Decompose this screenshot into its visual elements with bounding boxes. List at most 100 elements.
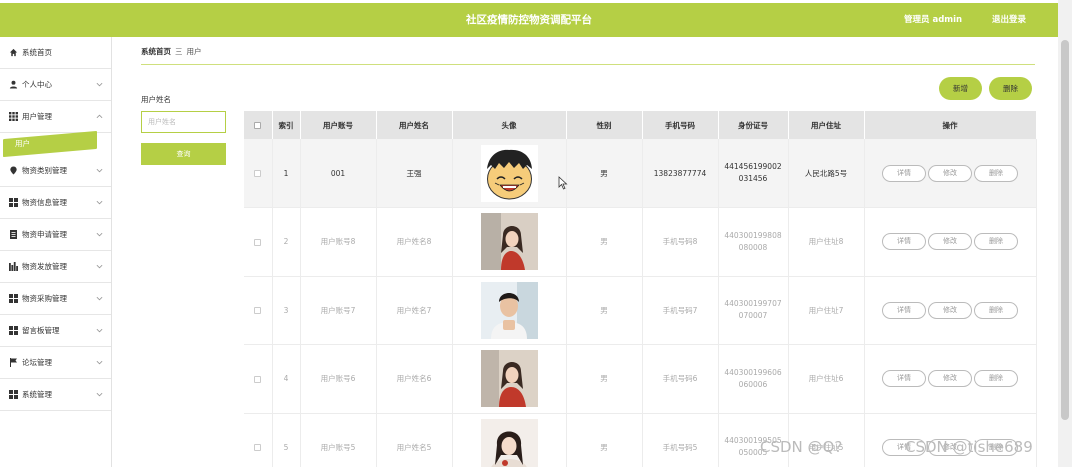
row-checkbox[interactable]	[254, 307, 262, 315]
cell-account: 用户账号8	[300, 207, 377, 277]
cell-phone: 手机号码7	[642, 276, 719, 345]
grid-icon	[8, 112, 18, 122]
cell-index: 2	[272, 207, 301, 277]
photo-avatar-icon	[480, 281, 538, 339]
breadcrumb-current: 用户	[186, 47, 202, 56]
edit-button[interactable]: 修改	[928, 164, 972, 182]
cell-phone: 13823877774	[642, 139, 719, 208]
sidebar-item-label: 物资采购管理	[22, 294, 67, 303]
document-icon	[8, 230, 18, 240]
detail-button[interactable]: 详情	[882, 164, 926, 182]
sidebar-item-category-management[interactable]: 物资类别管理	[0, 155, 111, 187]
row-delete-button[interactable]: 删除	[974, 438, 1018, 456]
cell-actions: 详情 修改 删除	[864, 276, 1037, 345]
table-row: 5 用户账号5 用户姓名5 男 手机号码5 440300199505050005…	[244, 413, 1037, 467]
cell-idcard: 440300199505050005	[718, 413, 789, 467]
cell-avatar	[452, 207, 567, 277]
cell-phone: 手机号码6	[642, 344, 719, 414]
sidebar-item-profile[interactable]: 个人中心	[0, 69, 111, 101]
cell-gender: 男	[566, 413, 643, 467]
cell-index: 4	[272, 344, 301, 414]
logout-link[interactable]: 退出登录	[992, 3, 1026, 37]
chevron-down-icon	[95, 358, 103, 366]
sidebar-item-user-management[interactable]: 用户管理	[0, 101, 111, 133]
sidebar-item-home[interactable]: 系统首页	[0, 37, 111, 69]
cell-account: 001	[300, 139, 377, 208]
edit-button[interactable]: 修改	[928, 301, 972, 319]
cell-actions: 详情 修改 删除	[864, 413, 1037, 467]
delete-button[interactable]: 删除	[989, 77, 1032, 100]
sidebar-item-supply-request-management[interactable]: 物资申请管理	[0, 219, 111, 251]
sidebar-subitem-label: 用户	[15, 139, 30, 148]
scrollbar-thumb[interactable]	[1061, 40, 1069, 420]
detail-button[interactable]: 详情	[882, 301, 926, 319]
cartoon-avatar-icon	[480, 144, 538, 202]
cell-phone: 手机号码8	[642, 207, 719, 277]
cell-actions: 详情 修改 删除	[864, 139, 1037, 208]
sidebar-item-purchase-management[interactable]: 物资采购管理	[0, 283, 111, 315]
cell-account: 用户账号7	[300, 276, 377, 345]
detail-button[interactable]: 详情	[882, 370, 926, 388]
sidebar-item-label: 物资信息管理	[22, 198, 67, 207]
sidebar-item-system-management[interactable]: 系统管理	[0, 379, 111, 411]
search-button[interactable]: 查询	[141, 143, 226, 165]
table-row: 2 用户账号8 用户姓名8 男 手机号码8 440300199808080008…	[244, 207, 1037, 277]
apps-icon	[8, 198, 18, 208]
column-header: 用户住址	[788, 111, 865, 139]
cell-actions: 详情 修改 删除	[864, 207, 1037, 277]
chevron-down-icon	[95, 294, 103, 302]
sidebar-item-label: 用户管理	[22, 112, 52, 121]
column-header: 索引	[272, 111, 301, 139]
select-all-checkbox[interactable]	[254, 122, 262, 129]
breadcrumb-divider	[141, 64, 1035, 65]
chevron-up-icon	[95, 112, 103, 120]
add-button[interactable]: 新增	[939, 77, 982, 100]
cell-idcard: 441456199002031456	[718, 139, 789, 208]
row-delete-button[interactable]: 删除	[974, 164, 1018, 182]
column-header: 性别	[566, 111, 643, 139]
cell-address: 用户住址6	[788, 344, 865, 414]
search-input[interactable]	[141, 111, 226, 133]
apps-icon	[8, 294, 18, 304]
pin-icon	[8, 166, 18, 176]
sidebar-item-supply-info-management[interactable]: 物资信息管理	[0, 187, 111, 219]
breadcrumb-home[interactable]: 系统首页	[141, 47, 171, 56]
row-delete-button[interactable]: 删除	[974, 233, 1018, 251]
chevron-down-icon	[95, 80, 103, 88]
chevron-down-icon	[95, 198, 103, 206]
cell-address: 用户住址7	[788, 276, 865, 345]
app-title: 社区疫情防控物资调配平台	[466, 14, 592, 26]
detail-button[interactable]: 详情	[882, 233, 926, 251]
edit-button[interactable]: 修改	[928, 438, 972, 456]
breadcrumb: 系统首页三用户	[141, 46, 202, 57]
sidebar-item-message-board-management[interactable]: 留言板管理	[0, 315, 111, 347]
sidebar: 系统首页 个人中心 用户管理 用户 物资类别管理 物资信息管理 物资申请管理 物…	[0, 37, 112, 467]
cell-avatar	[452, 139, 567, 208]
users-table: 索引 用户账号 用户姓名 头像 性别 手机号码 身份证号 用户住址 操作 1 0…	[244, 111, 1037, 467]
table-header-row: 索引 用户账号 用户姓名 头像 性别 手机号码 身份证号 用户住址 操作	[244, 111, 1037, 139]
sidebar-item-label: 物资发放管理	[22, 262, 67, 271]
row-checkbox[interactable]	[254, 375, 262, 383]
detail-button[interactable]: 详情	[882, 438, 926, 456]
row-checkbox[interactable]	[254, 238, 262, 246]
row-checkbox[interactable]	[254, 444, 262, 452]
row-delete-button[interactable]: 删除	[974, 370, 1018, 388]
sidebar-item-label: 物资类别管理	[22, 166, 67, 175]
cell-address: 用户住址5	[788, 413, 865, 467]
edit-button[interactable]: 修改	[928, 233, 972, 251]
apps-icon	[8, 390, 18, 400]
cell-phone: 手机号码5	[642, 413, 719, 467]
select-all-cell	[244, 111, 273, 139]
column-header: 操作	[864, 111, 1037, 139]
edit-button[interactable]: 修改	[928, 370, 972, 388]
cell-name: 用户姓名6	[376, 344, 453, 414]
cell-gender: 男	[566, 344, 643, 414]
sidebar-item-distribution-management[interactable]: 物资发放管理	[0, 251, 111, 283]
breadcrumb-separator: 三	[175, 47, 183, 56]
sidebar-item-forum-management[interactable]: 论坛管理	[0, 347, 111, 379]
row-delete-button[interactable]: 删除	[974, 301, 1018, 319]
row-checkbox[interactable]	[254, 170, 262, 177]
top-bar: 社区疫情防控物资调配平台 管理员 admin 退出登录	[0, 3, 1058, 37]
sidebar-subitem-users[interactable]: 用户	[0, 130, 111, 158]
flag-icon	[8, 358, 18, 368]
